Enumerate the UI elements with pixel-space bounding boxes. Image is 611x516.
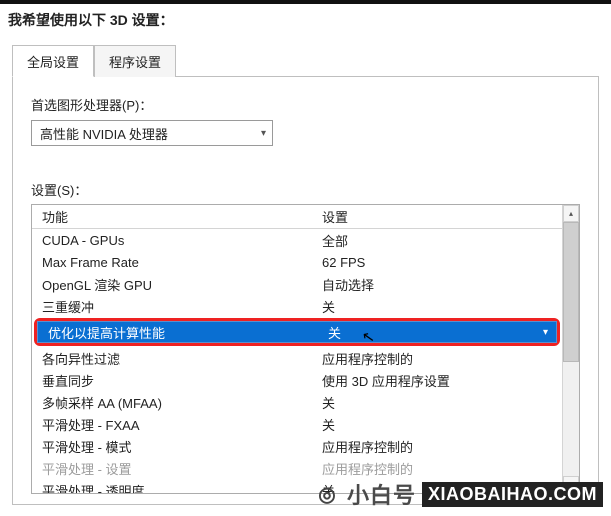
val: 关 (318, 323, 341, 342)
scroll-up-icon[interactable]: ▴ (563, 205, 579, 222)
panel: 首选图形处理器(P)： 高性能 NVIDIA 处理器 ▾ 设置(S)： 功能 设… (12, 77, 599, 505)
tabs: 全局设置 程序设置 (12, 44, 599, 77)
feat: 平滑处理 - 模式 (32, 437, 312, 456)
feat: 优化以提高计算性能 (38, 323, 318, 342)
settings-table: 功能 设置 CUDA - GPUs 全部 Max Frame Rate 62 F… (31, 204, 580, 494)
val: 应用程序控制的 (312, 459, 562, 478)
table-row[interactable]: 平滑处理 - FXAA 关 (32, 413, 562, 435)
table-row[interactable]: 多帧采样 AA (MFAA) 关 (32, 391, 562, 413)
column-setting: 设置 (312, 207, 562, 226)
feat: 平滑处理 - 透明度 (32, 481, 312, 494)
val: 自动选择 (312, 275, 562, 294)
chevron-down-icon: ▾ (261, 128, 266, 139)
column-feature: 功能 (32, 207, 312, 226)
val: 应用程序控制的 (312, 437, 562, 456)
table-row-disabled: 平滑处理 - 设置 应用程序控制的 (32, 457, 562, 479)
feat: Max Frame Rate (32, 255, 312, 270)
tab-global[interactable]: 全局设置 (12, 45, 94, 77)
table-row[interactable]: 垂直同步 使用 3D 应用程序设置 (32, 369, 562, 391)
feat: OpenGL 渲染 GPU (32, 275, 312, 294)
feat: 垂直同步 (32, 371, 312, 390)
selected-row-highlight: 优化以提高计算性能 关 ▾ (34, 318, 560, 346)
table-row-selected[interactable]: 优化以提高计算性能 关 ▾ (37, 321, 557, 343)
feat: 平滑处理 - 设置 (32, 459, 312, 478)
val: 全部 (312, 231, 562, 250)
watermark-en: XIAOBAIHAO.COM (422, 482, 603, 507)
table-row[interactable]: OpenGL 渲染 GPU 自动选择 (32, 273, 562, 295)
scroll-track[interactable] (563, 222, 579, 476)
table-row[interactable]: Max Frame Rate 62 FPS (32, 251, 562, 273)
chevron-down-icon: ▾ (543, 327, 548, 338)
scroll-thumb[interactable] (563, 222, 579, 362)
tab-program[interactable]: 程序设置 (94, 45, 176, 77)
val: 关 (312, 393, 562, 412)
watermark-cn: 小白号 (347, 478, 416, 510)
feat: CUDA - GPUs (32, 233, 312, 248)
val: 关 (312, 297, 562, 316)
val: 应用程序控制的 (312, 349, 562, 368)
table-header: 功能 设置 (32, 205, 562, 229)
gpu-select-value: 高性能 NVIDIA 处理器 (40, 124, 168, 143)
table-row[interactable]: 各向异性过滤 应用程序控制的 (32, 347, 562, 369)
val: 使用 3D 应用程序设置 (312, 371, 562, 390)
page-title: 我希望使用以下 3D 设置： (0, 4, 611, 40)
gpu-label: 首选图形处理器(P)： (31, 95, 580, 114)
broadcast-icon: ◎ (313, 480, 341, 508)
gpu-select[interactable]: 高性能 NVIDIA 处理器 ▾ (31, 120, 273, 146)
val: 62 FPS (312, 255, 562, 270)
settings-label: 设置(S)： (31, 180, 580, 199)
table-row[interactable]: CUDA - GPUs 全部 (32, 229, 562, 251)
table-row[interactable]: 平滑处理 - 模式 应用程序控制的 (32, 435, 562, 457)
feat: 各向异性过滤 (32, 349, 312, 368)
watermark: ◎ 小白号 XIAOBAIHAO.COM (313, 478, 603, 510)
val: 关 (312, 415, 562, 434)
table-row[interactable]: 三重缓冲 关 (32, 295, 562, 317)
feat: 三重缓冲 (32, 297, 312, 316)
feat: 平滑处理 - FXAA (32, 415, 312, 434)
scrollbar[interactable]: ▴ ▾ (562, 205, 579, 493)
feat: 多帧采样 AA (MFAA) (32, 393, 312, 412)
